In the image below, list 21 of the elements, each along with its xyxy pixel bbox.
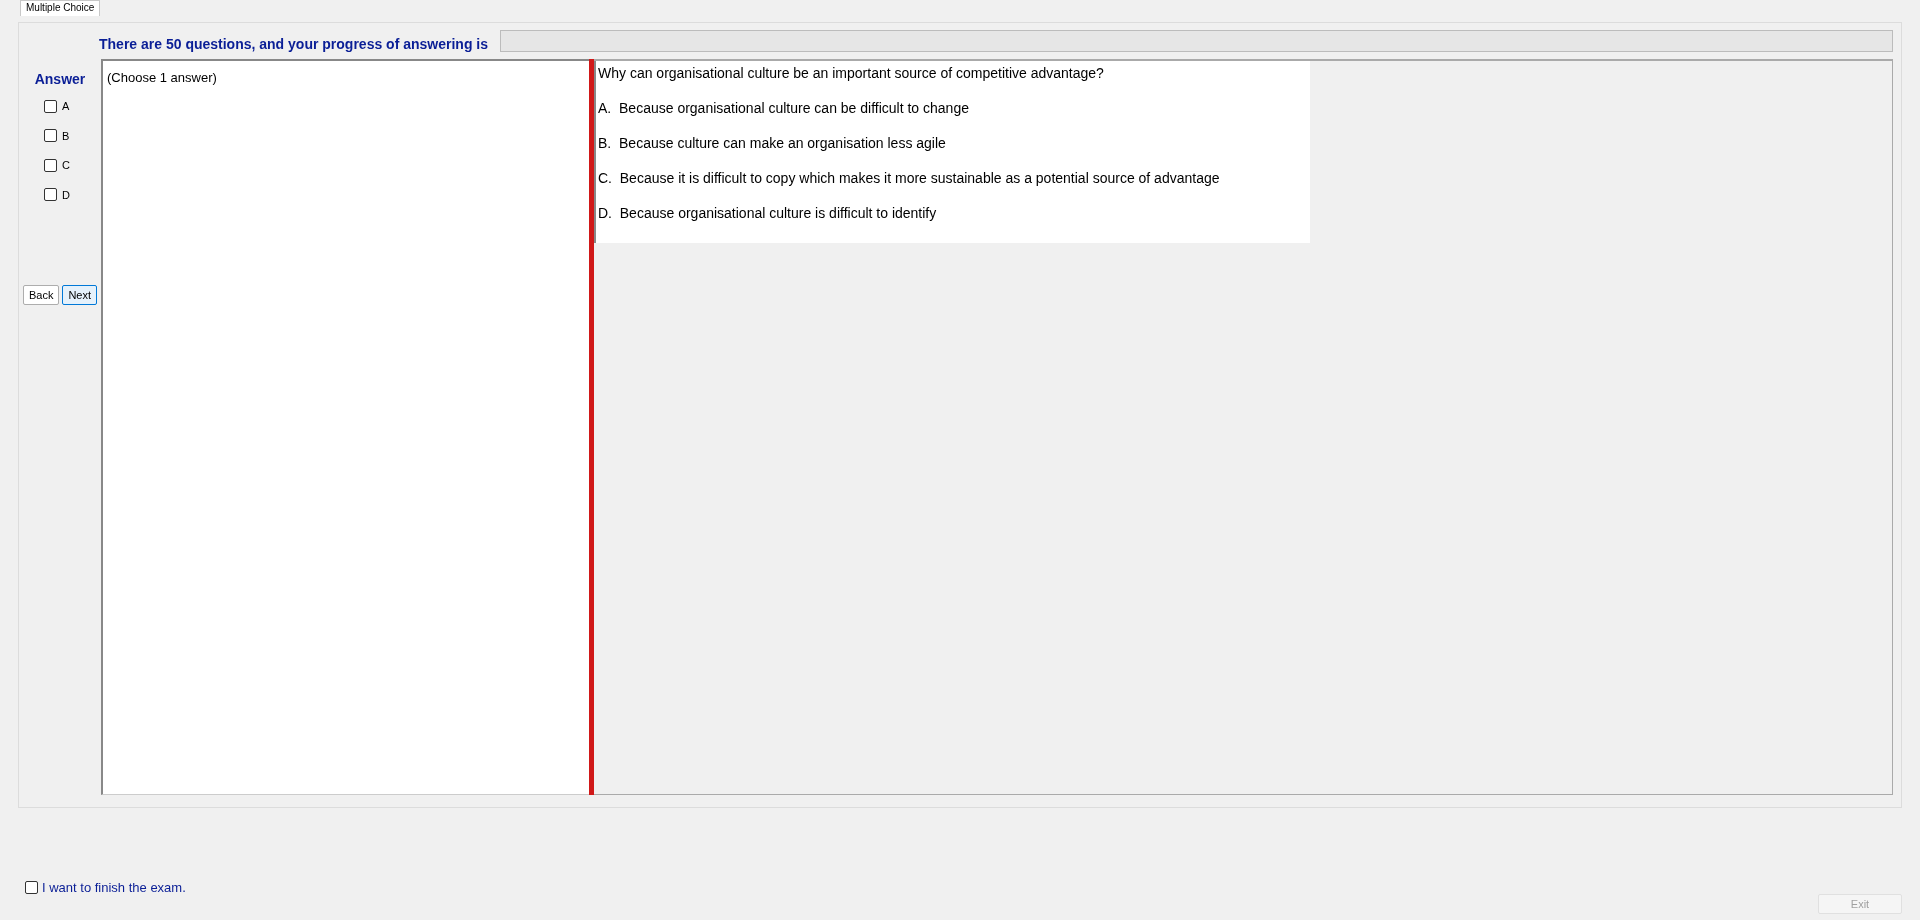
progress-text: There are 50 questions, and your progress of answering is: [99, 34, 488, 54]
option-label: A: [62, 99, 70, 114]
finish-checkbox[interactable]: [25, 881, 38, 895]
next-button[interactable]: Next: [62, 285, 98, 305]
question-text: Why can organisational culture be an important source of competitive advantage?: [598, 64, 1105, 83]
option-label: B: [62, 128, 70, 144]
option-label: C: [62, 158, 70, 173]
answer-checkbox[interactable]: [44, 99, 57, 113]
choice-text: A. Because organisational culture can be difficult to change: [598, 99, 970, 118]
answer-checkbox[interactable]: [44, 129, 57, 143]
choice-text: D. Because organisational culture is difficult to identify: [598, 204, 938, 223]
instruction-text: (Choose 1 answer): [107, 70, 217, 85]
finish-label: I want to finish the exam.: [42, 879, 186, 897]
back-button[interactable]: Back: [22, 285, 60, 305]
answer-checkbox[interactable]: [44, 188, 57, 202]
choice-text: C. Because it is difficult to copy which makes it more sustainable as a potential source of advantage: [598, 169, 1221, 188]
choice-text: B. Because culture can make an organisation less agile: [598, 134, 947, 153]
option-label: D: [62, 187, 70, 203]
answer-label: Answer: [34, 70, 86, 89]
tab[interactable]: Multiple Choice: [20, 0, 101, 16]
answer-checkbox[interactable]: [44, 158, 57, 172]
